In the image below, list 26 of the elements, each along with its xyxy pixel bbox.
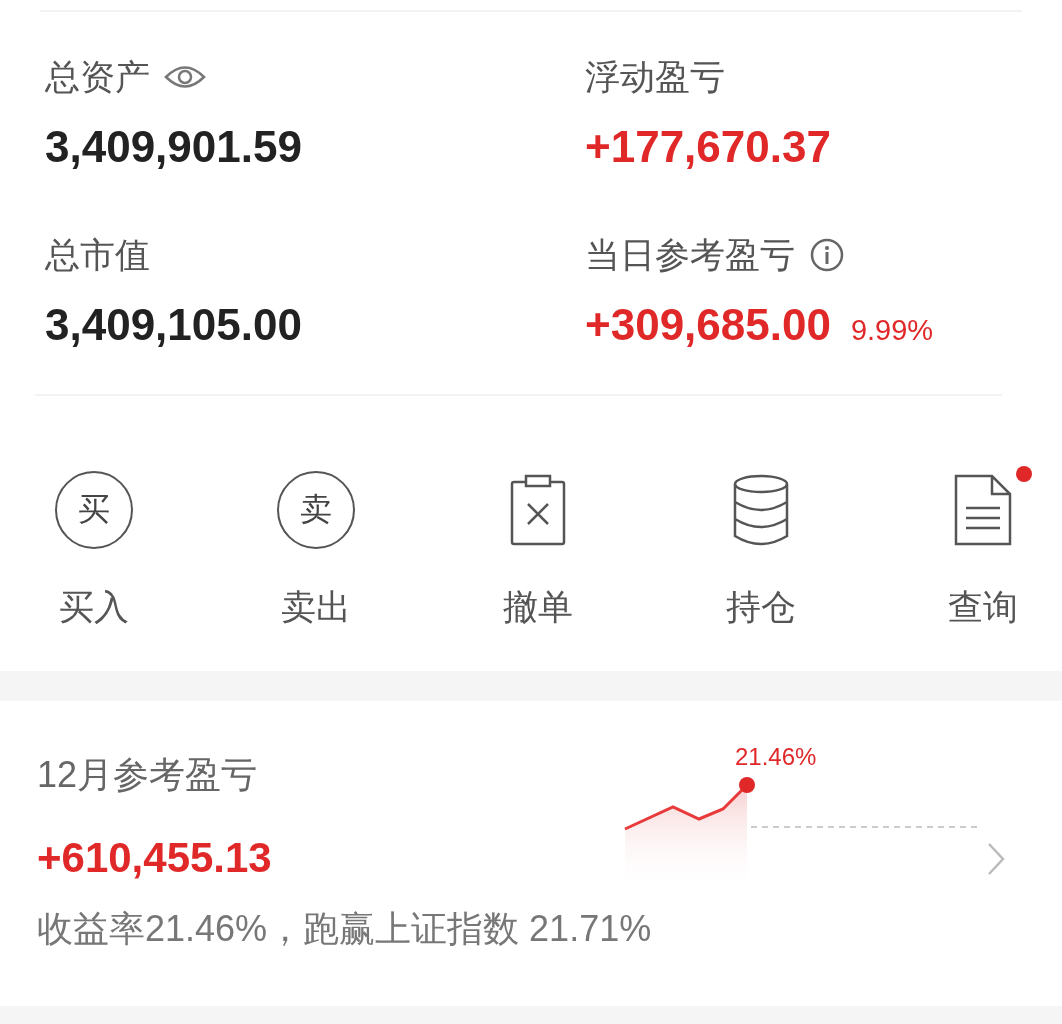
database-icon: [731, 474, 790, 546]
stat-value: +177,670.37: [585, 122, 831, 172]
stat-value: +309,685.00: [585, 300, 831, 350]
document-icon: [953, 474, 1012, 546]
action-button[interactable]: 持仓: [725, 470, 796, 631]
stat-label: 总市值: [45, 233, 150, 276]
action-button[interactable]: 卖 卖出: [277, 470, 356, 631]
month-title: 12月参考盈亏: [37, 753, 259, 797]
circle-glyph-icon: 卖: [277, 471, 356, 549]
clipboard-x-icon: [510, 474, 567, 546]
action-button[interactable]: 买 买入: [55, 470, 134, 631]
peak-label: 21.46%: [735, 743, 817, 771]
peak-dot: [739, 777, 755, 793]
action-button[interactable]: 撤单: [503, 470, 574, 631]
return-summary: 收益率21.46%，跑赢上证指数 21.71%: [37, 907, 652, 951]
stat-label: 浮动盈亏: [585, 55, 725, 98]
circle-glyph-icon: 买: [55, 471, 134, 549]
stat-label: 当日参考盈亏: [585, 233, 795, 276]
stat-value: 3,409,105.00: [45, 300, 302, 350]
stat-value: 3,409,901.59: [45, 122, 302, 172]
stat-label: 总资产: [45, 55, 150, 98]
eye-icon[interactable]: [164, 64, 206, 90]
info-icon[interactable]: [809, 237, 845, 273]
month-value: +610,455.13: [37, 834, 273, 882]
action-button[interactable]: 查询: [947, 470, 1018, 631]
percent-change: 9.99%: [850, 314, 934, 347]
